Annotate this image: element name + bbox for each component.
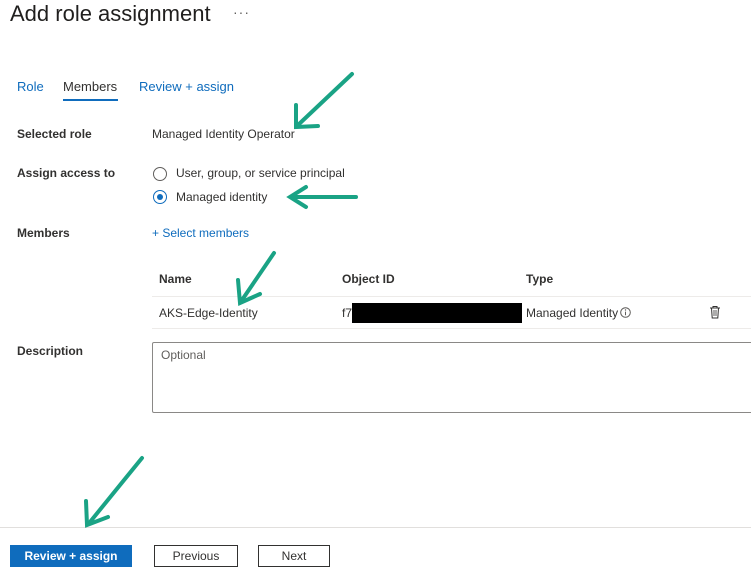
annotation-arrow-icon — [286, 185, 358, 209]
annotation-arrows — [84, 72, 358, 528]
annotation-arrow-icon — [294, 72, 354, 130]
annotation-arrow-icon — [84, 456, 144, 528]
annotation-arrow-icon — [236, 251, 276, 306]
